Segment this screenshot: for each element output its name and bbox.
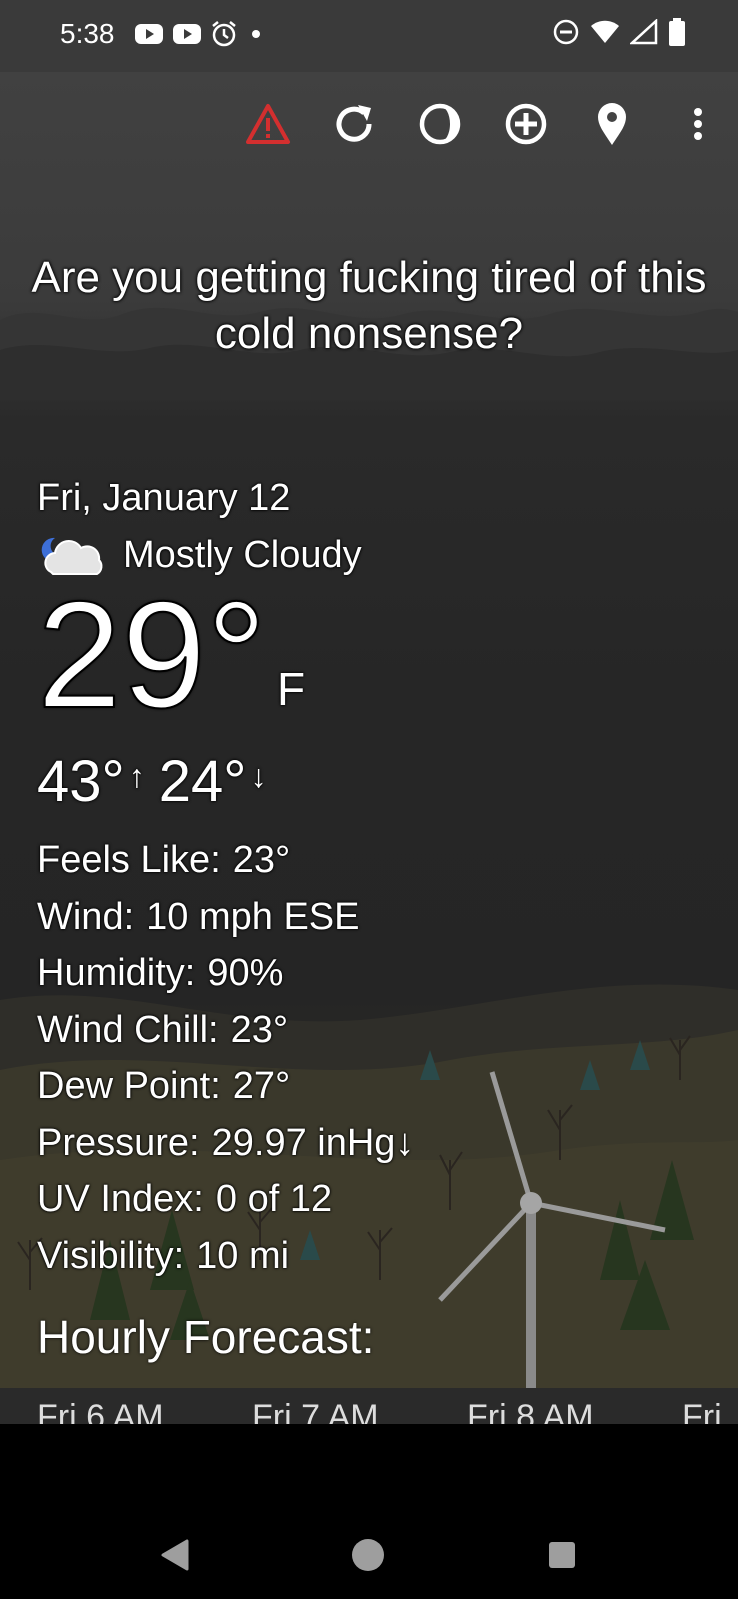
add-location-icon — [505, 103, 547, 145]
status-bar: 5:38 — [0, 0, 738, 72]
app-screen: 5:38 Are you getting fucking tired of th… — [0, 0, 738, 1424]
detail-wind-chill: Wind Chill: 23° — [37, 1008, 289, 1051]
refresh-button[interactable] — [326, 96, 382, 152]
more-options-icon — [694, 108, 702, 140]
date-label: Fri, January 12 — [37, 477, 291, 519]
hourly-item[interactable]: Fri 7 AM — [252, 1398, 379, 1424]
temperature-row: 29° F — [36, 578, 414, 742]
theme-button[interactable] — [412, 96, 468, 152]
home-icon — [352, 1539, 384, 1571]
status-time: 5:38 — [60, 18, 115, 49]
detail-feels-like: Feels Like: 23° — [37, 839, 291, 881]
do-not-disturb-icon — [553, 19, 579, 45]
hourly-forecast-strip[interactable]: Fri 6 AM Fri 7 AM Fri 8 AM Fri — [0, 1388, 738, 1424]
hourly-item[interactable]: Fri 6 AM — [37, 1398, 164, 1424]
back-button[interactable] — [146, 1530, 206, 1580]
signal-icon — [630, 19, 658, 45]
detail-visibility: Visibility: 10 mi — [37, 1234, 290, 1277]
current-conditions: Fri, January 12 Mostly Cloudy 29° F 43° … — [36, 470, 414, 1284]
hourly-item[interactable]: Fri — [682, 1398, 722, 1424]
detail-wind: Wind: 10 mph ESE — [37, 895, 360, 938]
high-temperature: 43° — [37, 749, 125, 814]
arrow-up-icon: ↑ — [128, 758, 145, 794]
temperature-unit: F — [277, 663, 306, 715]
youtube-icon — [135, 24, 163, 44]
battery-icon — [669, 18, 685, 46]
add-location-button[interactable] — [498, 96, 554, 152]
back-icon — [161, 1539, 189, 1571]
wifi-icon — [591, 20, 619, 43]
theme-icon — [419, 103, 461, 145]
low-temperature: 24° — [158, 749, 247, 814]
current-temperature: 29° — [36, 570, 268, 740]
weather-alert-button[interactable] — [240, 96, 296, 152]
detail-humidity: Humidity: 90% — [37, 952, 284, 994]
recents-button[interactable] — [532, 1530, 592, 1580]
refresh-icon — [336, 105, 372, 142]
more-options-button[interactable] — [670, 96, 726, 152]
hourly-item[interactable]: Fri 8 AM — [467, 1398, 594, 1424]
warning-icon — [246, 104, 290, 144]
home-button[interactable] — [338, 1530, 398, 1580]
dot-icon — [252, 30, 260, 38]
alarm-icon — [212, 21, 236, 47]
detail-uv-index: UV Index: 0 of 12 — [37, 1178, 333, 1220]
weather-quote: Are you getting fucking tired of this co… — [31, 253, 707, 358]
hourly-forecast-title: Hourly Forecast: — [37, 1311, 375, 1363]
location-button[interactable] — [584, 96, 640, 152]
location-pin-icon — [598, 103, 626, 145]
high-low-row: 43° ↑ 24° ↓ — [37, 742, 414, 816]
youtube-icon — [173, 24, 201, 44]
detail-pressure: Pressure: 29.97 inHg↓ — [37, 1121, 415, 1164]
arrow-down-icon: ↓ — [250, 758, 267, 794]
recents-icon — [549, 1542, 575, 1568]
detail-dew-point: Dew Point: 27° — [37, 1065, 291, 1107]
details-list: Feels Like: 23° Wind: 10 mph ESE Humidity:… — [37, 832, 414, 1284]
